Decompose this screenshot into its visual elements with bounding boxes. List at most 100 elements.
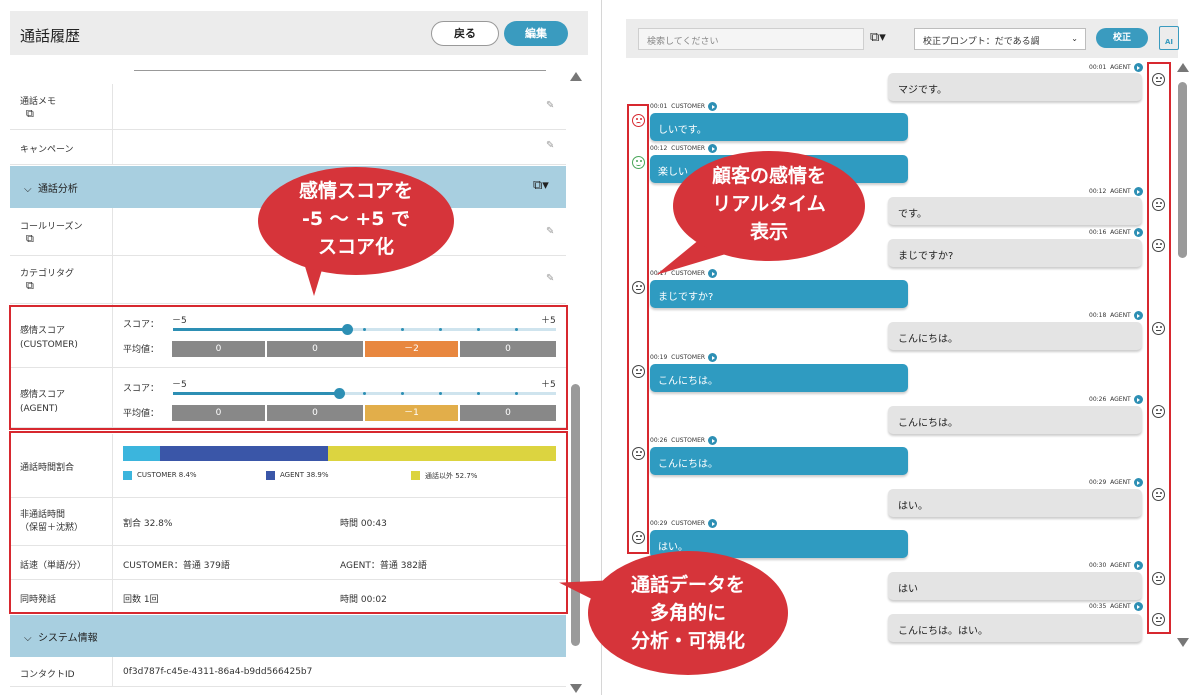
agent-message: はい。: [888, 489, 1142, 517]
message-meta: 00:16 AGENT: [1089, 228, 1143, 237]
agent-emotion-highlight: [1147, 62, 1171, 634]
pencil-icon[interactable]: ✎: [546, 273, 554, 284]
agent-message: はい: [888, 572, 1142, 600]
agent-message: です。: [888, 197, 1142, 225]
divider: [112, 657, 113, 686]
callout-realtime-line: 表示: [749, 221, 788, 243]
page-title: 通話履歴: [20, 27, 81, 45]
section-call-analysis-label: ⌵ 通話分析: [24, 184, 78, 195]
callout-realtime: 顧客の感情を リアルタイム 表示: [673, 151, 865, 261]
play-icon[interactable]: [1133, 228, 1143, 237]
message-meta: 00:29 CUSTOMER: [650, 519, 718, 528]
callout-score-line: -5 ～ +5 で: [301, 208, 411, 230]
message-meta: 00:30 AGENT: [1089, 561, 1143, 570]
play-icon[interactable]: [1133, 63, 1143, 72]
section-system-info-label: ⌵ システム情報: [24, 633, 98, 644]
play-icon[interactable]: [708, 144, 718, 153]
proofread-button[interactable]: 校正: [1096, 28, 1148, 48]
call-history-panel: 通話履歴 戻る 編集 通話メモ ⧉ ✎ キャンペーン ✎ ⌵ 通話分析 ⧉▾ コ…: [0, 0, 598, 695]
callout-score-line: スコア化: [317, 236, 394, 258]
category-tag-row: カテゴリタグ ⧉ ✎: [10, 256, 566, 304]
message-meta: 00:18 AGENT: [1089, 311, 1143, 320]
memo-row: 通話メモ ⧉ ✎: [10, 84, 566, 130]
customer-message: まじですか?: [650, 280, 908, 308]
pencil-icon[interactable]: ✎: [546, 100, 554, 111]
agent-message: マジです。: [888, 73, 1142, 101]
divider: [112, 208, 113, 255]
copy-dropdown-icon[interactable]: ⧉▾: [533, 178, 549, 193]
memo-label: 通話メモ: [20, 97, 57, 107]
chevron-down-icon: ⌄: [1071, 34, 1078, 43]
contact-id-label: コンタクトID: [20, 670, 75, 680]
play-icon[interactable]: [1133, 395, 1143, 404]
prompt-select-value: 校正プロンプト：だである調: [923, 37, 1040, 47]
message-meta: 00:19 CUSTOMER: [650, 353, 718, 362]
callout-analysis-line: 多角的に: [649, 602, 726, 624]
sentiment-highlight-box: [9, 305, 568, 430]
section-system-info[interactable]: ⌵ システム情報: [10, 615, 566, 657]
divider: [134, 70, 546, 71]
copy-dropdown-icon[interactable]: ⧉▾: [870, 30, 886, 45]
contact-id-value: 0f3d787f-c45e-4311-86a4-b9dd566425b7: [123, 667, 313, 677]
pencil-icon[interactable]: ✎: [546, 140, 554, 151]
prompt-select[interactable]: 校正プロンプト：だである調 ⌄: [914, 28, 1086, 50]
call-reason-label: コールリーズン: [20, 222, 83, 232]
scroll-thumb[interactable]: [571, 384, 580, 646]
play-icon[interactable]: [1133, 478, 1143, 487]
customer-message: こんにちは。: [650, 447, 908, 475]
scroll-up-icon[interactable]: [1177, 63, 1189, 72]
chevron-down-icon: ⌵: [24, 184, 38, 195]
message-meta: 00:12 AGENT: [1089, 187, 1143, 196]
scroll-down-icon[interactable]: [570, 684, 582, 693]
play-icon[interactable]: [708, 353, 718, 362]
campaign-label: キャンペーン: [20, 145, 74, 155]
callout-analysis: 通話データを 多角的に 分析・可視化: [588, 551, 788, 675]
customer-message: しいです。: [650, 113, 908, 141]
play-icon[interactable]: [1133, 561, 1143, 570]
scroll-down-icon[interactable]: [1177, 638, 1189, 647]
ai-icon[interactable]: AI: [1159, 26, 1179, 50]
agent-message: こんにちは。はい。: [888, 614, 1142, 642]
agent-message: まじですか?: [888, 239, 1142, 267]
copy-icon[interactable]: ⧉: [26, 233, 38, 245]
divider: [112, 256, 113, 303]
play-icon[interactable]: [708, 102, 718, 111]
play-icon[interactable]: [1133, 311, 1143, 320]
copy-icon[interactable]: ⧉: [26, 280, 38, 292]
callout-analysis-line: 分析・可視化: [630, 630, 745, 652]
message-meta: 00:01 CUSTOMER: [650, 102, 718, 111]
message-meta: 00:01 AGENT: [1089, 63, 1143, 72]
customer-emotion-highlight: [627, 104, 649, 554]
back-button[interactable]: 戻る: [431, 21, 499, 46]
message-meta: 00:26 CUSTOMER: [650, 436, 718, 445]
callout-score: 感情スコアを -5 ～ +5 で スコア化: [258, 167, 454, 275]
scroll-thumb[interactable]: [1178, 82, 1187, 258]
pencil-icon[interactable]: ✎: [546, 226, 554, 237]
transcript-toolbar: 検索してください ⧉▾ 校正プロンプト：だである調 ⌄ 校正 AI: [626, 19, 1179, 58]
contact-id-row: コンタクトID 0f3d787f-c45e-4311-86a4-b9dd5664…: [10, 657, 566, 687]
play-icon[interactable]: [708, 519, 718, 528]
play-icon[interactable]: [1133, 602, 1143, 611]
play-icon[interactable]: [1133, 187, 1143, 196]
agent-message: こんにちは。: [888, 406, 1142, 434]
message-meta: 00:35 AGENT: [1089, 602, 1143, 611]
analysis-highlight-box: [9, 431, 568, 614]
search-input[interactable]: 検索してください: [638, 28, 864, 50]
scroll-up-icon[interactable]: [570, 72, 582, 81]
copy-icon[interactable]: ⧉: [26, 108, 38, 120]
callout-score-line: 感情スコアを: [298, 180, 413, 202]
call-history-header: 通話履歴 戻る 編集: [10, 11, 588, 55]
right-scrollbar[interactable]: [1176, 58, 1190, 695]
message-meta: 00:12 CUSTOMER: [650, 144, 718, 153]
chevron-down-icon: ⌵: [24, 633, 38, 644]
callout-analysis-line: 通話データを: [630, 574, 745, 596]
callout-realtime-line: 顧客の感情を: [711, 165, 826, 187]
callout-realtime-line: リアルタイム: [712, 193, 826, 215]
agent-message: こんにちは。: [888, 322, 1142, 350]
edit-button[interactable]: 編集: [504, 21, 568, 46]
customer-message: こんにちは。: [650, 364, 908, 392]
play-icon[interactable]: [708, 269, 718, 278]
divider: [112, 84, 113, 129]
play-icon[interactable]: [708, 436, 718, 445]
campaign-row: キャンペーン ✎: [10, 130, 566, 165]
